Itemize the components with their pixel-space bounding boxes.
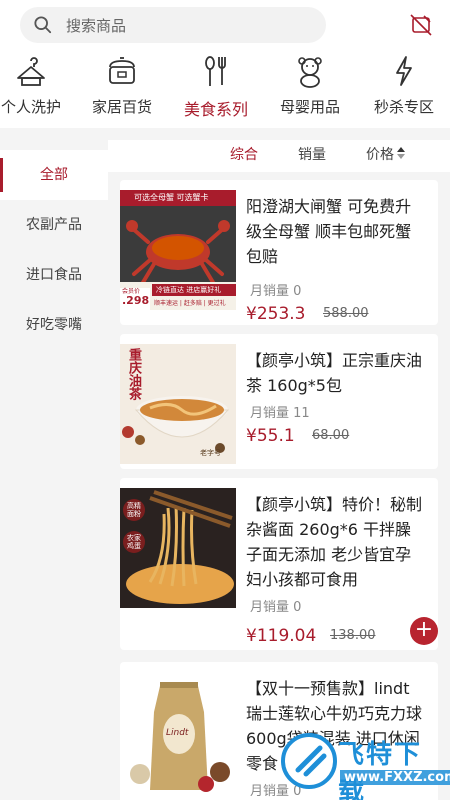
category-label: 母婴用品 (279, 98, 340, 116)
search-icon (34, 16, 52, 34)
product-list: 可选全母蟹 可选蟹卡 冷链直达 进店赢好礼 顺丰速运 | 赶多赔 | 更过礼 会… (108, 172, 450, 800)
product-sales: 月销量 0 (250, 600, 302, 615)
category-nav: 个人洗护 家居百货 美食系列 母婴用品 秒杀专区 (0, 50, 450, 128)
teddy-bear-icon (298, 57, 322, 88)
product-card[interactable]: 重庆油茶 老字号 【颜亭小筑】正宗重庆油茶 160g*5包 月销量 11 ¥55… (120, 334, 438, 469)
image-caption: 顺丰速运 | 赶多赔 | 更过礼 (154, 300, 226, 307)
app-screen: 搜索商品 个人洗护 家居百货 美食系列 母婴用品 秒杀专区 全部 农副产品 进口… (0, 0, 450, 800)
product-title[interactable]: 【颜亭小筑】特价！秘制杂酱面 260g*6 干拌臊子面无添加 老少皆宜孕妇小孩都… (246, 492, 424, 592)
image-caption: 可选全母蟹 可选蟹卡 (134, 193, 209, 202)
watermark-brand: 飞特下载 (338, 740, 423, 800)
product-image: 可选全母蟹 可选蟹卡 冷链直达 进店赢好礼 顺丰速运 | 赶多赔 | 更过礼 会… (120, 190, 236, 310)
sidebar-item-farm-products[interactable]: 农副产品 (0, 200, 108, 250)
product-original-price: 68.00 (312, 428, 350, 443)
product-original-price: 138.00 (330, 628, 376, 643)
image-badge: 高精面粉 (127, 502, 141, 518)
category-home-goods[interactable]: 家居百货 (77, 50, 167, 128)
product-price: ¥119.04 (246, 626, 317, 646)
category-label: 美食系列 (183, 100, 248, 119)
product-image: 重庆油茶 老字号 (120, 344, 236, 464)
watermark: 飞特下载 www.FXXZ.com (280, 730, 450, 800)
product-price: ¥55.1 (246, 426, 295, 446)
product-card[interactable]: 高精面粉 农家鸡蛋 【颜亭小筑】特价！秘制杂酱面 260g*6 干拌臊子面无添加… (120, 478, 438, 650)
sort-arrows-icon[interactable] (396, 145, 406, 161)
image-caption: 重庆油茶 (126, 348, 141, 400)
sidebar: 全部 农副产品 进口食品 好吃零嘴 (0, 140, 108, 800)
sidebar-item-all[interactable]: 全部 (0, 150, 108, 200)
watermark-url: www.FXXZ.com (340, 770, 450, 785)
section-divider (0, 128, 450, 140)
search-box[interactable]: 搜索商品 (20, 7, 326, 43)
lightning-icon (396, 56, 412, 86)
rice-cooker-icon (109, 57, 135, 84)
product-image: Lindt (120, 672, 236, 792)
category-flash-sale[interactable]: 秒杀专区 (359, 50, 449, 128)
image-price: .298 (122, 294, 150, 307)
image-caption: 冷链直达 进店赢好礼 (156, 286, 222, 294)
category-personal-care[interactable]: 个人洗护 (0, 50, 76, 128)
watermark-logo-icon (281, 733, 337, 789)
sidebar-item-imported-food[interactable]: 进口食品 (0, 250, 108, 300)
category-label: 秒杀专区 (373, 98, 434, 116)
add-to-cart-button[interactable]: + (410, 617, 438, 645)
category-label: 家居百货 (91, 98, 152, 116)
product-title[interactable]: 【颜亭小筑】正宗重庆油茶 160g*5包 (246, 348, 424, 398)
search-placeholder[interactable]: 搜索商品 (66, 15, 126, 36)
category-baby[interactable]: 母婴用品 (265, 50, 355, 128)
scan-icon[interactable] (410, 14, 432, 36)
sort-comprehensive[interactable]: 综合 (230, 144, 258, 164)
sort-sales[interactable]: 销量 (298, 144, 326, 164)
image-caption: Lindt (166, 728, 189, 738)
hanger-icon (17, 57, 45, 86)
sidebar-item-snacks[interactable]: 好吃零嘴 (0, 300, 108, 350)
category-label: 个人洗护 (0, 98, 61, 116)
product-card[interactable]: 可选全母蟹 可选蟹卡 冷链直达 进店赢好礼 顺丰速运 | 赶多赔 | 更过礼 会… (120, 180, 438, 325)
product-price: ¥253.3 (246, 304, 306, 324)
top-bar: 搜索商品 (0, 0, 450, 50)
image-caption: 老字号 (200, 449, 221, 457)
product-original-price: 588.00 (323, 306, 369, 321)
image-badge: 农家鸡蛋 (127, 534, 141, 550)
category-food[interactable]: 美食系列 (171, 50, 261, 128)
product-sales: 月销量 11 (250, 406, 310, 421)
fork-spoon-icon (205, 56, 226, 86)
sort-price[interactable]: 价格 (366, 144, 394, 164)
product-sales: 月销量 0 (250, 284, 302, 299)
product-image: 高精面粉 农家鸡蛋 (120, 488, 236, 608)
product-title[interactable]: 阳澄湖大闸蟹 可免费升级全母蟹 顺丰包邮死蟹包赔 (246, 194, 424, 269)
